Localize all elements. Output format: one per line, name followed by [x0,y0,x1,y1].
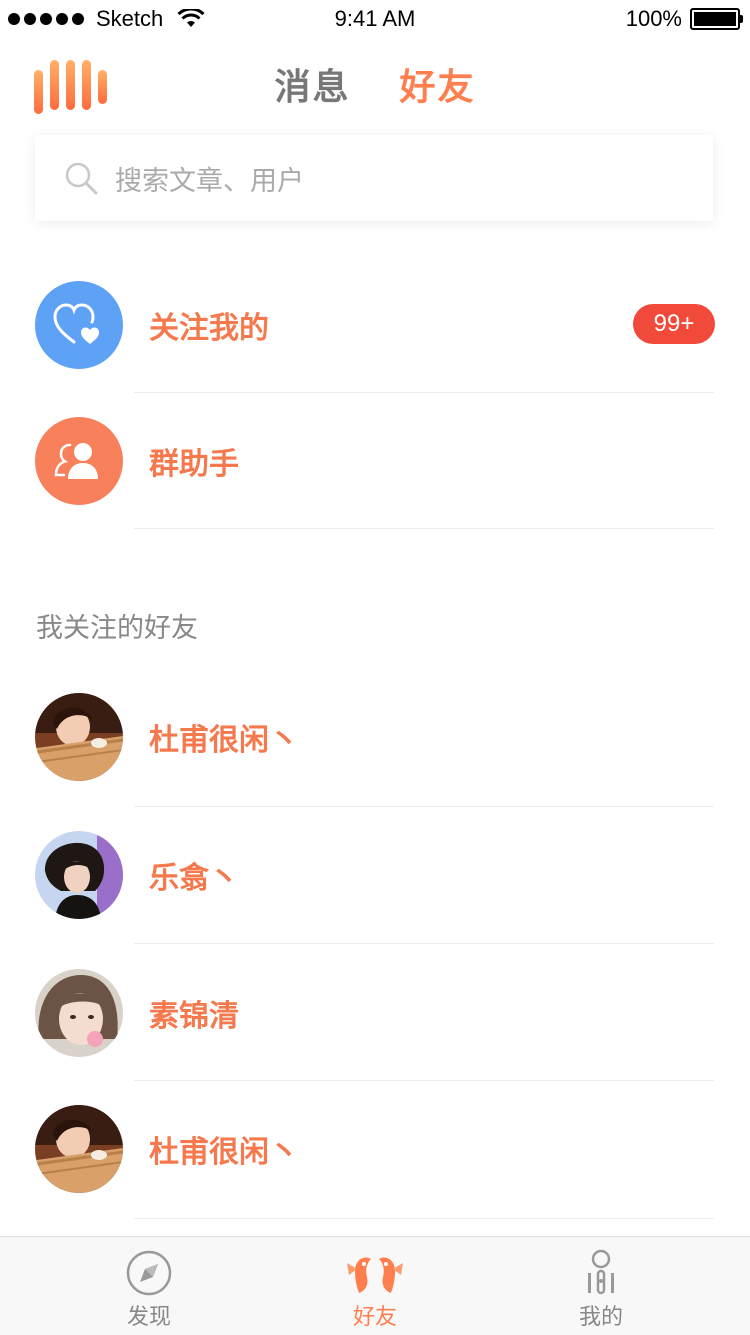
divider [134,528,714,529]
search-placeholder: 搜索文章、用户 [115,165,304,197]
profile-icon [588,1249,614,1295]
followers-label: 关注我的 [149,311,269,346]
divider [134,806,714,807]
tab-profile-label: 我的 [578,1305,623,1330]
tab-friends[interactable]: 好友 [400,58,476,110]
battery-percent: 100% [625,6,682,31]
friend-list-item[interactable]: 杜甫很闲丶 [35,692,715,782]
friends-icon [347,1257,403,1293]
status-right: 100% [625,6,743,32]
avatar [35,1105,123,1193]
battery-icon [690,8,743,30]
friend-name: 杜甫很闲丶 [149,723,299,758]
status-bar: Sketch 9:41 AM 100% [0,0,750,40]
notification-badge: 99+ [633,304,715,344]
avatar [35,693,123,781]
group-user-icon [35,417,123,505]
divider [134,943,714,944]
search-icon [65,162,98,195]
group-assistant-row[interactable]: 群助手 [35,416,715,506]
section-title: 我关注的好友 [36,613,198,644]
compass-icon [126,1250,172,1296]
friend-list-item[interactable]: 素锦清 [35,968,715,1058]
tab-discover-label: 发现 [126,1305,171,1330]
tab-profile[interactable]: 我的 [526,1237,676,1335]
friend-name: 杜甫很闲丶 [149,1135,299,1170]
friend-name: 素锦清 [149,999,239,1034]
avatar [35,831,123,919]
tab-friends-label: 好友 [352,1305,397,1330]
divider [134,1080,714,1081]
header-tabs: 消息 好友 [0,58,750,110]
bottom-tab-bar: 发现 好友 我的 [0,1236,750,1335]
group-assistant-label: 群助手 [149,447,239,482]
friend-list-item[interactable]: 杜甫很闲丶 [35,1104,715,1194]
heart-icon [35,281,123,369]
friend-name: 乐翕丶 [149,861,239,896]
avatar [35,969,123,1057]
divider [134,392,714,393]
followers-row[interactable]: 关注我的 99+ [35,280,715,370]
search-input[interactable]: 搜索文章、用户 [35,135,713,221]
tab-messages[interactable]: 消息 [274,58,350,110]
tab-friends-bottom[interactable]: 好友 [300,1237,450,1335]
divider [134,1218,714,1219]
tab-discover[interactable]: 发现 [74,1237,224,1335]
friend-list-item[interactable]: 乐翕丶 [35,830,715,920]
